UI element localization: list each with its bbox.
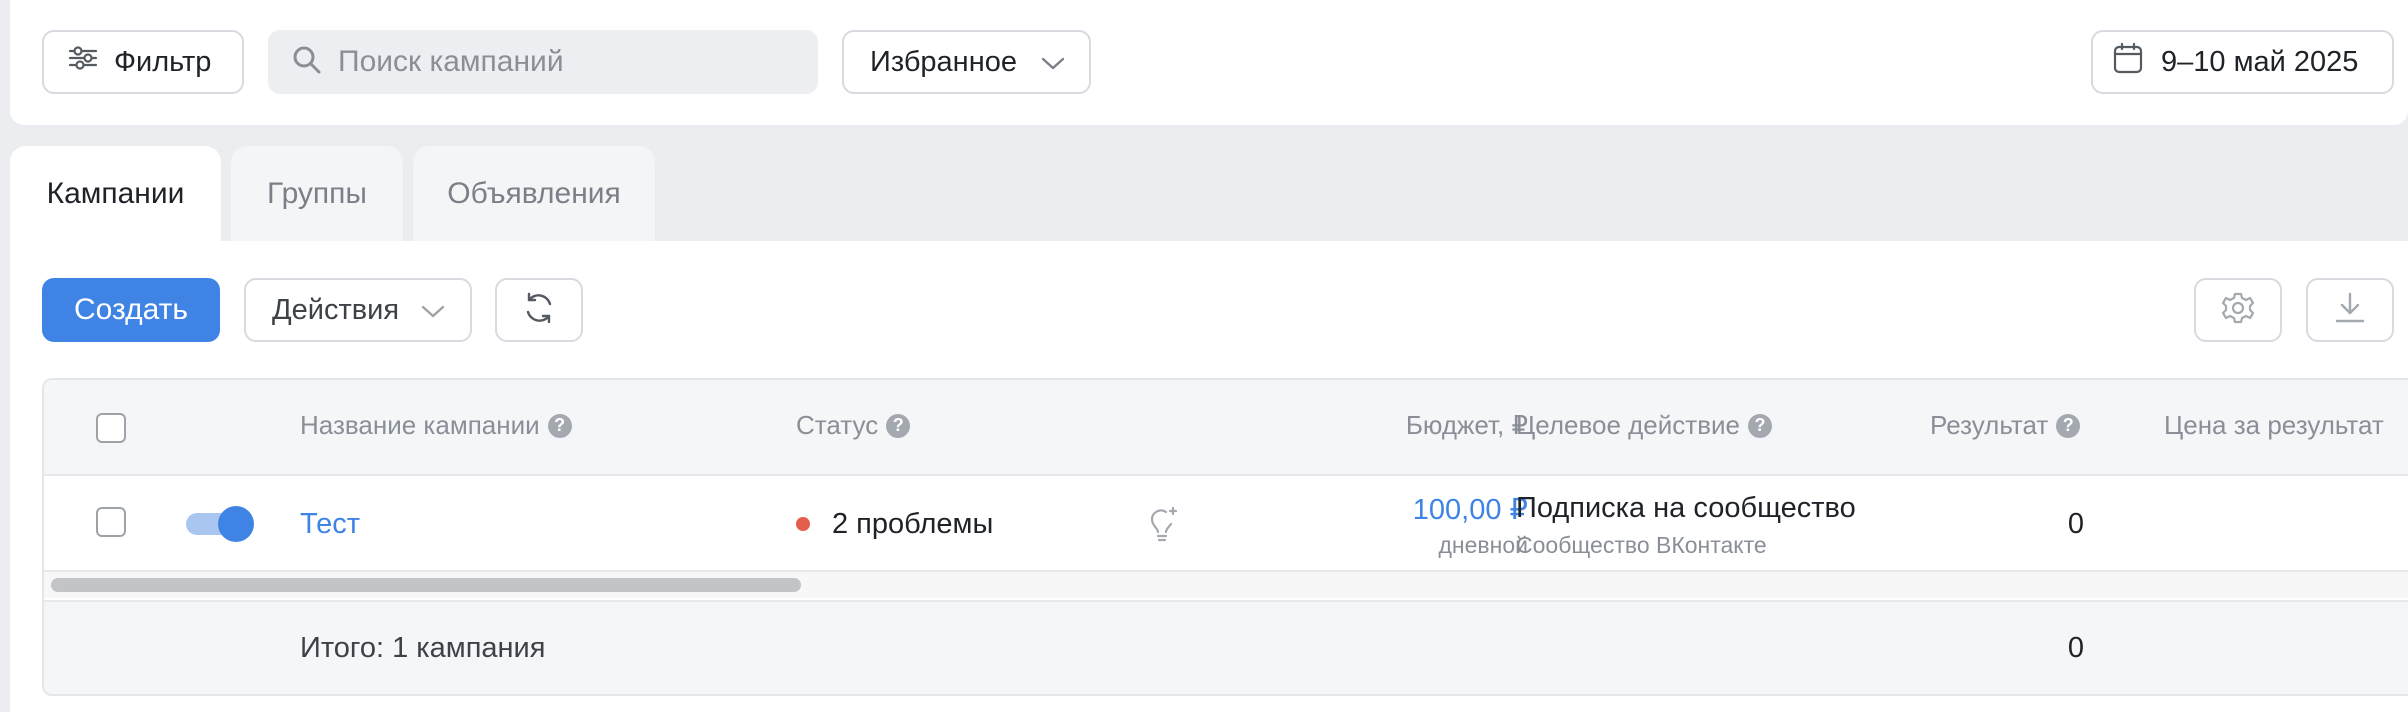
column-target[interactable]: Целевое действие ? [1516, 410, 1772, 441]
column-name-label: Название кампании [300, 410, 540, 440]
toggle-knob [218, 506, 254, 542]
help-icon[interactable]: ? [547, 413, 572, 438]
download-icon [2334, 291, 2366, 330]
create-button[interactable]: Создать [42, 278, 220, 342]
column-result[interactable]: Результат ? [1930, 410, 2081, 441]
search-placeholder: Поиск кампаний [338, 45, 564, 78]
settings-button[interactable] [2194, 278, 2282, 342]
search-icon [292, 45, 322, 80]
date-range-button[interactable]: 9–10 май 2025 [2091, 30, 2394, 94]
result-value: 0 [2067, 508, 2084, 540]
tab-ads[interactable]: Объявления [413, 146, 655, 242]
price-value: 0, [2344, 508, 2408, 541]
select-all-checkbox[interactable] [96, 413, 126, 443]
favorites-label: Избранное [870, 45, 1017, 78]
sliders-icon [68, 45, 98, 79]
column-status[interactable]: Статус ? [796, 410, 911, 441]
table-footer: Итого: 1 кампания 0 0, [44, 600, 2408, 694]
column-result-label: Результат [1930, 410, 2049, 440]
target-action: Подписка на сообщество [1516, 492, 1856, 524]
total-label: Итого: 1 кампания [300, 632, 546, 664]
search-input[interactable]: Поиск кампаний [268, 30, 818, 94]
column-target-label: Целевое действие [1516, 410, 1740, 440]
column-budget[interactable]: Бюджет, ₽ [1334, 410, 1528, 441]
campaigns-table: Название кампании ? Статус ? Бюджет, ₽ Ц… [42, 378, 2408, 696]
filter-button[interactable]: Фильтр [42, 30, 244, 94]
calendar-icon [2113, 42, 2143, 82]
tab-groups[interactable]: Группы [231, 146, 403, 242]
refresh-icon [521, 290, 557, 331]
actions-label: Действия [272, 293, 400, 326]
chevron-down-icon [1041, 46, 1065, 79]
table-header: Название кампании ? Статус ? Бюджет, ₽ Ц… [44, 380, 2408, 476]
campaign-toggle[interactable] [184, 504, 256, 544]
row-checkbox[interactable] [96, 507, 126, 537]
tab-label: Объявления [447, 177, 621, 210]
campaign-name-link[interactable]: Тест [300, 508, 360, 541]
help-icon[interactable]: ? [1747, 413, 1772, 438]
budget-value[interactable]: 100,00 ₽ [1334, 492, 1528, 527]
column-price-label: Цена за результат [2164, 410, 2384, 440]
download-button[interactable] [2306, 278, 2394, 342]
help-icon[interactable]: ? [886, 413, 911, 438]
status-text[interactable]: 2 проблемы [832, 508, 993, 541]
scrollbar-thumb[interactable] [51, 578, 801, 592]
actions-dropdown[interactable]: Действия [244, 278, 472, 342]
chevron-down-icon [421, 294, 445, 327]
column-budget-label: Бюджет, ₽ [1405, 410, 1528, 440]
tab-label: Кампании [46, 177, 185, 210]
tab-label: Группы [267, 177, 367, 210]
lightbulb-icon[interactable] [1146, 504, 1180, 549]
help-icon[interactable]: ? [2056, 413, 2081, 438]
favorites-dropdown[interactable]: Избранное [842, 30, 1091, 94]
table-row[interactable]: Тест 2 проблемы 100,00 ₽ дневной Подписк… [44, 476, 2408, 572]
refresh-button[interactable] [495, 278, 583, 342]
filter-label: Фильтр [114, 45, 212, 78]
gear-icon [2221, 291, 2255, 330]
column-status-label: Статус [796, 410, 879, 440]
status-error-dot [796, 517, 810, 531]
tab-campaigns[interactable]: Кампании [10, 146, 221, 242]
target-action-sub: Сообщество ВКонтакте [1516, 532, 1767, 558]
date-range-label: 9–10 май 2025 [2161, 45, 2359, 78]
column-price[interactable]: Цена за результат [2164, 410, 2384, 441]
total-price: 0, [2344, 632, 2408, 665]
column-name[interactable]: Название кампании ? [300, 410, 572, 441]
total-result: 0 [2067, 632, 2084, 664]
budget-type: дневной [1438, 532, 1528, 558]
